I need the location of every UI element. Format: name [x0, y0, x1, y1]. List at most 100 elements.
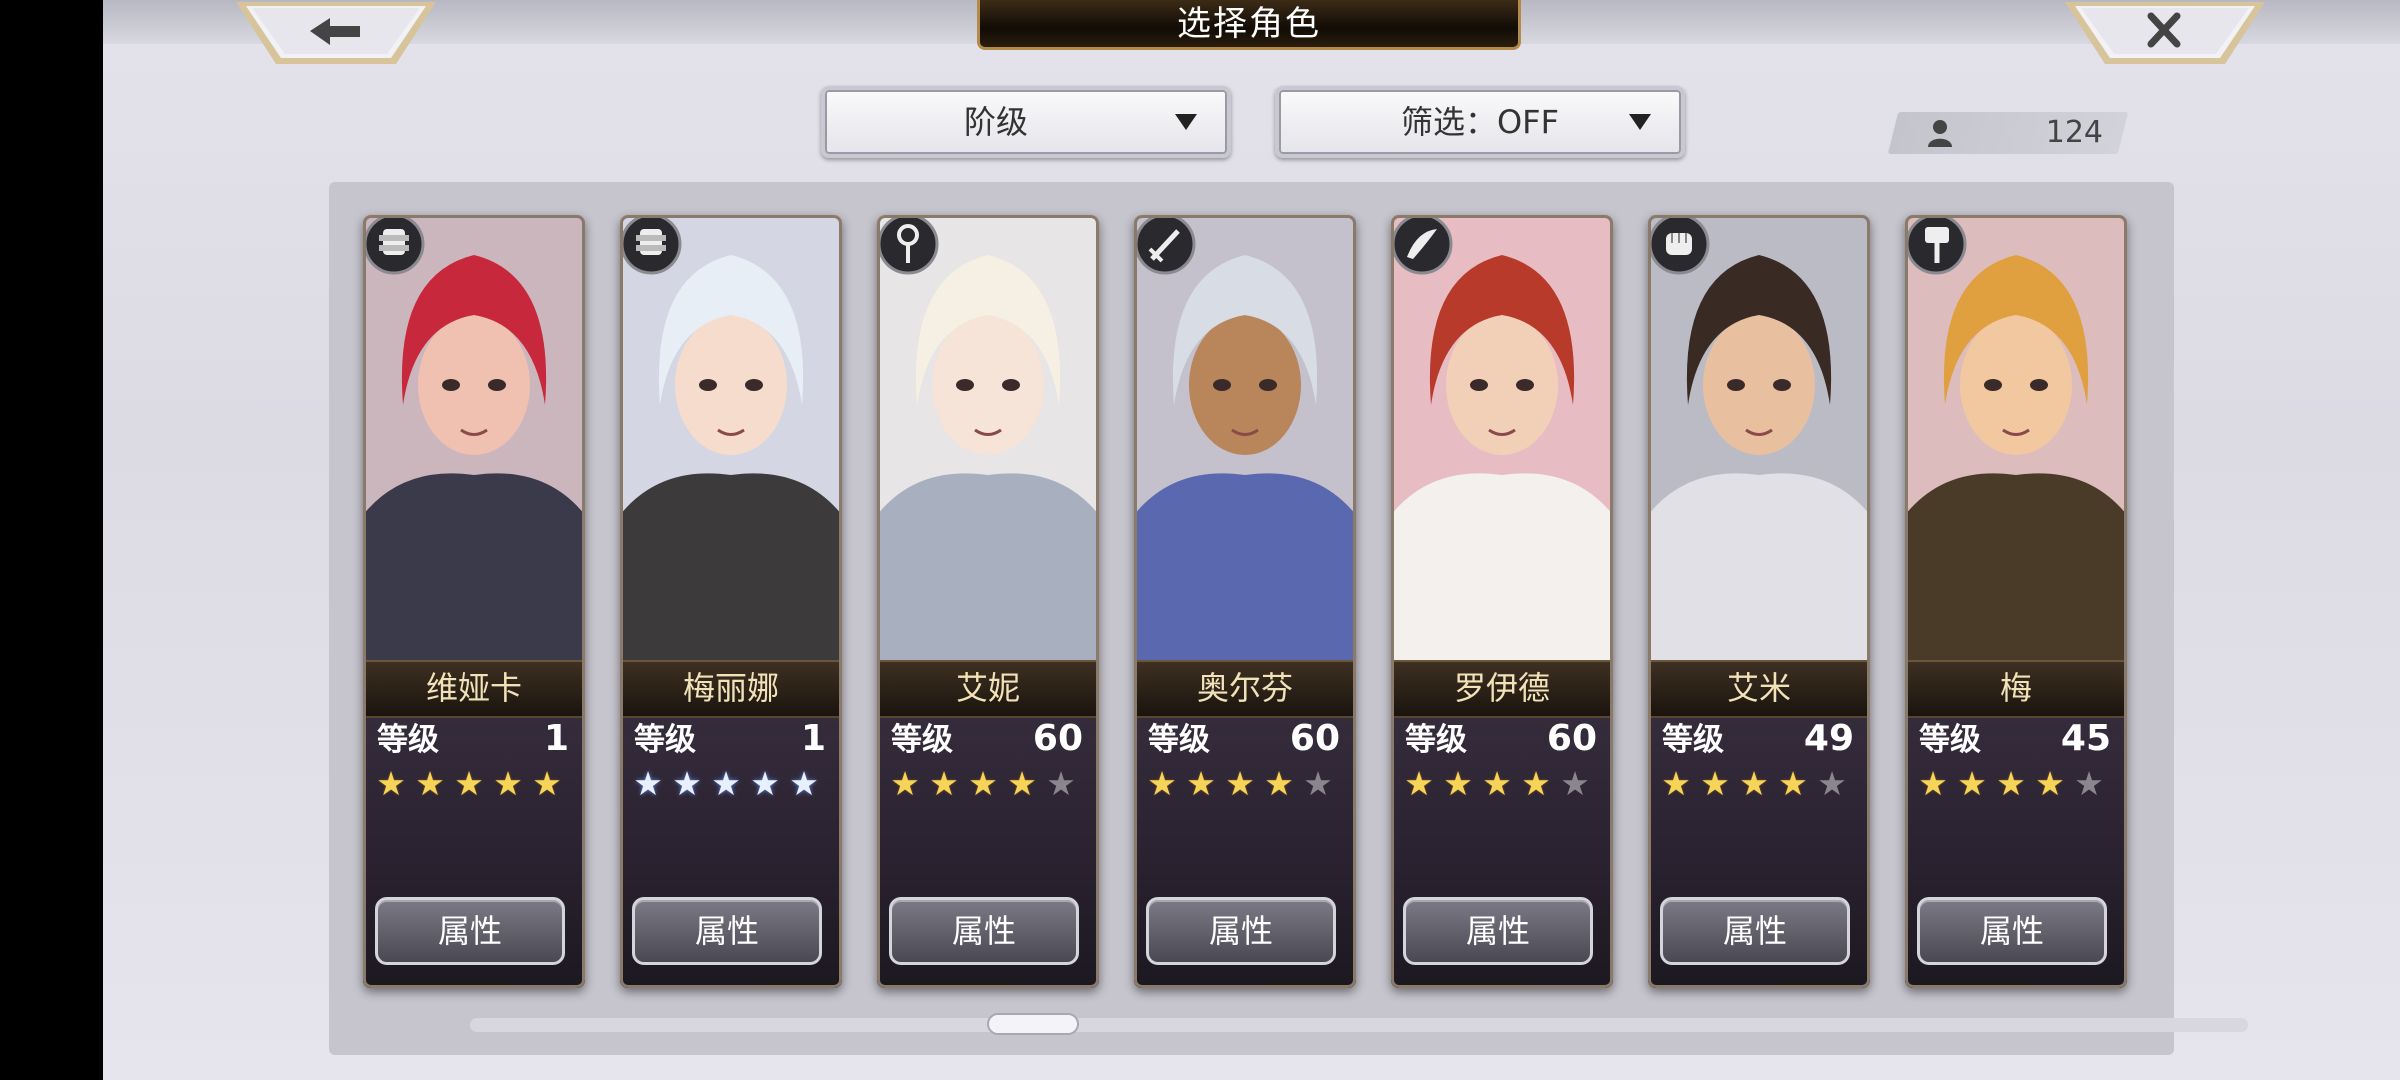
star-filled-icon: ★ — [633, 764, 663, 803]
level-value: 60 — [1032, 718, 1083, 759]
star-empty-icon: ★ — [1560, 764, 1590, 803]
scrollbar-thumb[interactable] — [987, 1013, 1079, 1035]
character-name: 罗伊德 — [1453, 669, 1550, 707]
level-label: 等级 — [377, 722, 439, 758]
character-name: 维娅卡 — [425, 669, 522, 707]
star-filled-icon: ★ — [376, 764, 406, 803]
character-card[interactable]: 梅等级45★★★★★天12属性 — [1905, 215, 2127, 988]
character-card[interactable]: 罗伊德等级60★★★★★天16属性 — [1391, 215, 1613, 988]
star-filled-icon: ★ — [1996, 764, 2026, 803]
star-filled-icon: ★ — [1778, 764, 1808, 803]
level-label: 等级 — [1662, 722, 1724, 758]
star-filled-icon: ★ — [493, 764, 523, 803]
level-value: 1 — [800, 718, 826, 759]
level-label: 等级 — [634, 722, 696, 758]
star-filled-icon: ★ — [2035, 764, 2065, 803]
character-portrait — [877, 215, 1099, 660]
game-screen: 选择角色 阶级 筛选：OFF 124 维娅卡等级1★★★★★冥16属性梅丽娜等级… — [103, 0, 2400, 1080]
sort-dropdown[interactable]: 阶级 — [821, 86, 1231, 158]
attribute-button[interactable]: 属性 — [889, 897, 1079, 965]
sort-dropdown-label: 阶级 — [963, 103, 1028, 141]
star-filled-icon: ★ — [1264, 764, 1294, 803]
star-filled-icon: ★ — [1918, 764, 1948, 803]
character-count-value: 124 — [2045, 115, 2103, 150]
character-name: 艾米 — [1726, 669, 1791, 707]
star-rating: ★ ★ ★ ★ ★ — [373, 767, 565, 801]
level-value: 45 — [2060, 718, 2111, 759]
level-label: 等级 — [1919, 722, 1981, 758]
back-button[interactable] — [236, 0, 436, 66]
star-filled-icon: ★ — [415, 764, 445, 803]
staff-icon — [877, 215, 939, 275]
attribute-button[interactable]: 属性 — [632, 897, 822, 965]
star-filled-icon: ★ — [1404, 764, 1434, 803]
close-button[interactable] — [2065, 0, 2265, 66]
filter-dropdown[interactable]: 筛选：OFF — [1275, 86, 1685, 158]
star-filled-icon: ★ — [789, 764, 819, 803]
dual-blade-icon — [1391, 215, 1453, 275]
character-name: 梅丽娜 — [682, 669, 779, 707]
level-value: 1 — [543, 718, 569, 759]
chevron-down-icon — [1175, 114, 1197, 130]
chevron-down-icon — [1629, 114, 1651, 130]
star-empty-icon: ★ — [1817, 764, 1847, 803]
character-card[interactable]: 维娅卡等级1★★★★★冥16属性 — [363, 215, 585, 988]
star-filled-icon: ★ — [1482, 764, 1512, 803]
star-filled-icon: ★ — [1661, 764, 1691, 803]
character-count: 124 — [1903, 112, 2113, 154]
star-rating: ★ ★ ★ ★ ★ — [1144, 767, 1336, 801]
character-card[interactable]: 艾妮等级60★★★★★冥8属性 — [877, 215, 1099, 988]
character-portrait — [1648, 215, 1870, 660]
character-card[interactable]: 梅丽娜等级1★★★★★冥16属性 — [620, 215, 842, 988]
star-filled-icon: ★ — [672, 764, 702, 803]
star-filled-icon: ★ — [1147, 764, 1177, 803]
page-title: 选择角色 — [977, 0, 1521, 50]
character-portrait — [1905, 215, 2127, 660]
level-label: 等级 — [1148, 722, 1210, 758]
star-filled-icon: ★ — [711, 764, 741, 803]
star-rating: ★ ★ ★ ★ ★ — [1401, 767, 1593, 801]
character-portrait — [1134, 215, 1356, 660]
star-filled-icon: ★ — [1443, 764, 1473, 803]
sword-icon — [1134, 215, 1196, 275]
filter-dropdown-label: 筛选：OFF — [1400, 103, 1559, 141]
star-empty-icon: ★ — [1303, 764, 1333, 803]
star-filled-icon: ★ — [1957, 764, 1987, 803]
star-empty-icon: ★ — [2074, 764, 2104, 803]
star-filled-icon: ★ — [968, 764, 998, 803]
hammer-icon — [1905, 215, 1967, 275]
character-card[interactable]: 奥尔芬等级60★★★★★冥16属性 — [1134, 215, 1356, 988]
star-rating: ★ ★ ★ ★ ★ — [1658, 767, 1850, 801]
attribute-button[interactable]: 属性 — [1146, 897, 1336, 965]
gauntlet-icon — [363, 215, 425, 275]
fist-icon — [1648, 215, 1710, 275]
character-name: 艾妮 — [955, 669, 1020, 707]
character-portrait — [1391, 215, 1613, 660]
level-value: 60 — [1289, 718, 1340, 759]
level-value: 49 — [1803, 718, 1854, 759]
star-filled-icon: ★ — [1739, 764, 1769, 803]
horizontal-scrollbar[interactable] — [470, 1018, 2248, 1032]
gauntlet-icon — [620, 215, 682, 275]
character-card[interactable]: 艾米等级49★★★★★天1属性 — [1648, 215, 1870, 988]
attribute-button[interactable]: 属性 — [1660, 897, 1850, 965]
star-filled-icon: ★ — [532, 764, 562, 803]
star-rating: ★ ★ ★ ★ ★ — [630, 767, 822, 801]
star-filled-icon: ★ — [1186, 764, 1216, 803]
star-rating: ★ ★ ★ ★ ★ — [1915, 767, 2107, 801]
person-icon — [1928, 120, 1952, 147]
attribute-button[interactable]: 属性 — [1917, 897, 2107, 965]
star-filled-icon: ★ — [1521, 764, 1551, 803]
character-name: 奥尔芬 — [1196, 669, 1293, 707]
level-label: 等级 — [891, 722, 953, 758]
attribute-button[interactable]: 属性 — [375, 897, 565, 965]
star-filled-icon: ★ — [890, 764, 920, 803]
star-filled-icon: ★ — [1225, 764, 1255, 803]
character-portrait — [363, 215, 585, 660]
level-value: 60 — [1546, 718, 1597, 759]
level-label: 等级 — [1405, 722, 1467, 758]
star-filled-icon: ★ — [750, 764, 780, 803]
attribute-button[interactable]: 属性 — [1403, 897, 1593, 965]
star-empty-icon: ★ — [1046, 764, 1076, 803]
star-filled-icon: ★ — [929, 764, 959, 803]
